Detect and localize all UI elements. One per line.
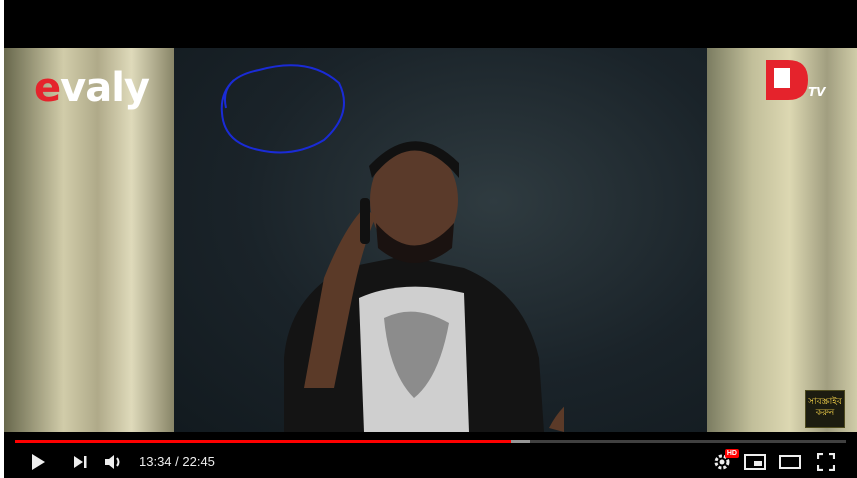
hand-drawn-circle-annotation [220,64,345,154]
next-icon [74,456,87,468]
evaly-logo-text: valy [60,65,150,111]
play-icon [32,454,45,470]
video-frame[interactable]: evaly TV সাবস্ক্রাইব করুন [4,48,857,432]
progress-played [15,440,512,443]
player-controls: 13:34 / 22:45 HD [4,446,857,478]
channel-logo: TV [766,60,827,100]
scene-person [284,141,564,432]
volume-icon [105,455,120,469]
theater-mode-button[interactable] [776,449,804,475]
scene-curtain-right [707,48,857,432]
hd-badge: HD [724,449,739,458]
video-player[interactable]: evaly TV সাবস্ক্রাইব করুন 13:34 / 22:45 [4,0,857,478]
theater-mode-icon [779,455,801,469]
subscribe-badge[interactable]: সাবস্ক্রাইব করুন [805,390,845,428]
fullscreen-icon [817,453,835,471]
play-button[interactable] [24,449,52,475]
next-button[interactable] [66,449,94,475]
evaly-logo: evaly [34,65,150,111]
volume-button[interactable] [100,449,128,475]
progress-bar[interactable] [15,440,846,443]
fullscreen-button[interactable] [812,449,840,475]
miniplayer-button[interactable] [741,449,769,475]
svg-text:TV: TV [808,85,827,99]
miniplayer-icon [744,454,766,470]
time-display: 13:34 / 22:45 [139,454,215,469]
settings-button[interactable]: HD [708,449,739,475]
